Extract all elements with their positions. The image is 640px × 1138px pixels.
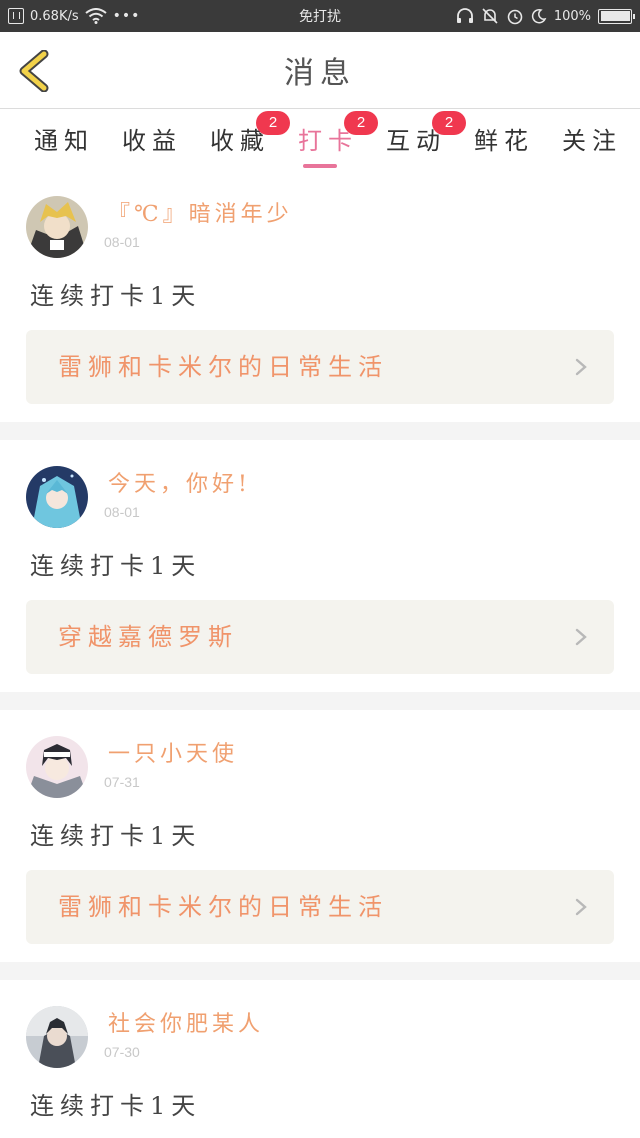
checkin-text: 连续打卡1天 [30, 552, 202, 580]
tab-favorites[interactable]: 收藏 2 [200, 111, 290, 161]
avatar[interactable] [26, 196, 88, 258]
section-separator [0, 962, 640, 980]
chevron-right-icon [575, 898, 587, 916]
headphones-icon [456, 8, 473, 23]
status-bar: 0.68K/s ••• 免打扰 100% [0, 0, 640, 32]
section-separator [0, 422, 640, 440]
tab-notifications[interactable]: 通知 [24, 121, 104, 161]
mute-bell-icon [482, 8, 498, 24]
story-title: 雷狮和卡米尔的日常生活 [58, 353, 388, 381]
checkin-text: 连续打卡1天 [30, 822, 202, 850]
username[interactable]: 『℃』暗消年少 [108, 196, 293, 228]
tab-bar: 通知 收益 收藏 2 打卡 2 互动 2 鲜花 关注 [0, 109, 640, 169]
status-left: 0.68K/s ••• [8, 0, 140, 32]
post-date: 07-31 [104, 774, 140, 790]
battery-icon [598, 8, 635, 24]
network-speed: 0.68K/s [30, 8, 79, 24]
unread-badge: 2 [344, 111, 378, 135]
active-tab-indicator [303, 164, 337, 168]
tab-earnings[interactable]: 收益 [112, 121, 192, 161]
tab-checkin[interactable]: 打卡 2 [288, 111, 378, 161]
avatar[interactable] [26, 736, 88, 798]
post-date: 07-30 [104, 1044, 140, 1060]
tab-label: 收益 [122, 127, 182, 155]
avatar[interactable] [26, 466, 88, 528]
username[interactable]: 一只小天使 [108, 736, 238, 768]
unread-badge: 2 [256, 111, 290, 135]
story-title: 穿越嘉德罗斯 [58, 623, 238, 651]
battery-percent: 100% [553, 8, 591, 24]
alarm-icon [507, 9, 523, 25]
avatar[interactable] [26, 1006, 88, 1068]
story-link[interactable]: 穿越嘉德罗斯 [26, 600, 614, 674]
chevron-right-icon [575, 358, 587, 376]
checkin-item: 『℃』暗消年少 08-01 连续打卡1天 雷狮和卡米尔的日常生活 [0, 170, 640, 422]
checkin-item: 一只小天使 07-31 连续打卡1天 雷狮和卡米尔的日常生活 [0, 710, 640, 962]
tab-flowers[interactable]: 鲜花 [464, 121, 544, 161]
more-dots-icon: ••• [112, 8, 141, 24]
checkin-text: 连续打卡1天 [30, 282, 202, 310]
checkin-item: 今天，你好! 08-01 连续打卡1天 穿越嘉德罗斯 [0, 440, 640, 692]
tab-interactions[interactable]: 互动 2 [376, 111, 466, 161]
unread-badge: 2 [432, 111, 466, 135]
status-right: 100% [456, 0, 635, 32]
notification-box-icon [8, 8, 24, 24]
post-date: 08-01 [104, 234, 140, 250]
tab-label: 通知 [34, 127, 94, 155]
header: 消息 [0, 32, 640, 108]
page-title: 消息 [284, 56, 356, 91]
section-separator [0, 692, 640, 710]
checkin-text: 连续打卡1天 [30, 1092, 202, 1120]
tab-label: 关注 [562, 127, 622, 155]
tab-label: 鲜花 [474, 127, 534, 155]
moon-icon [531, 8, 547, 24]
checkin-item: 社会你肥某人 07-30 连续打卡1天 [0, 980, 640, 1138]
username[interactable]: 社会你肥某人 [108, 1006, 264, 1038]
tab-following[interactable]: 关注 [552, 121, 632, 161]
story-link[interactable]: 雷狮和卡米尔的日常生活 [26, 330, 614, 404]
post-date: 08-01 [104, 504, 140, 520]
wifi-icon [85, 8, 107, 24]
story-link[interactable]: 雷狮和卡米尔的日常生活 [26, 870, 614, 944]
story-title: 雷狮和卡米尔的日常生活 [58, 893, 388, 921]
chevron-right-icon [575, 628, 587, 646]
username[interactable]: 今天，你好! [108, 466, 251, 498]
